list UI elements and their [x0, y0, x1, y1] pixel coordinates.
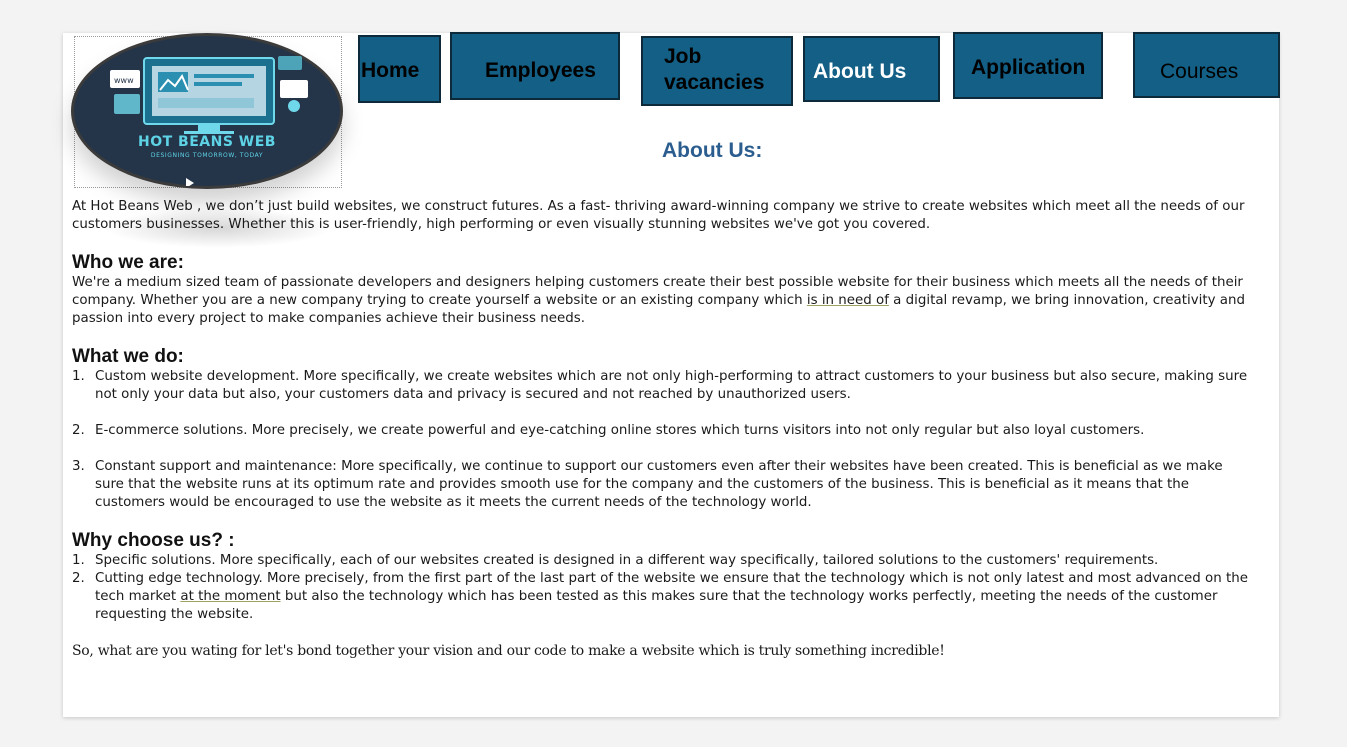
- logo-tagline: DESIGNING TOMORROW, TODAY: [150, 152, 264, 159]
- nav-employees-label: Employees: [485, 59, 596, 82]
- list-number: 2.: [72, 571, 85, 586]
- about-content: At Hot Beans Web , we don’t just build w…: [72, 198, 1250, 660]
- list-number: 2.: [72, 423, 85, 438]
- nav-application-label: Application: [971, 56, 1086, 79]
- nav-courses-button[interactable]: Courses: [1133, 32, 1280, 98]
- list-number: 1.: [72, 369, 85, 384]
- list-text: Constant support and maintenance: More s…: [95, 459, 1223, 510]
- svg-text:www: www: [114, 76, 134, 85]
- list-number: 3.: [72, 459, 85, 474]
- logo-title: HOT BEANS WEB: [138, 134, 276, 150]
- list-text-underlined: at the moment: [180, 589, 281, 604]
- nav-home-button[interactable]: Home: [358, 35, 441, 103]
- list-item: 1. Custom website development. More speci…: [72, 368, 1250, 404]
- nav-about-us-button[interactable]: About Us: [803, 36, 940, 102]
- list-item: 2. E-commerce solutions. More precisely, …: [72, 422, 1250, 440]
- nav-home-label: Home: [361, 59, 420, 82]
- nav-application-button[interactable]: Application: [953, 32, 1103, 99]
- intro-paragraph: At Hot Beans Web , we don’t just build w…: [72, 199, 1245, 232]
- monitor-icon: www: [110, 56, 308, 186]
- what-we-do-list: 1. Custom website development. More speci…: [72, 368, 1250, 512]
- who-text-underlined: is in need of: [806, 293, 889, 308]
- nav-about-us-label: About Us: [813, 60, 907, 83]
- who-we-are-paragraph: We're a medium sized team of passionate …: [72, 274, 1250, 328]
- list-text: Specific solutions. More specifically, e…: [95, 553, 1159, 568]
- what-we-do-heading: What we do:: [72, 346, 184, 367]
- list-number: 1.: [72, 553, 85, 568]
- list-text: E-commerce solutions. More precisely, we…: [95, 423, 1145, 438]
- nav-job-vacancies-button[interactable]: Job vacancies: [641, 36, 793, 106]
- nav-job-vacancies-label: Job vacancies: [664, 45, 765, 95]
- nav-employees-button[interactable]: Employees: [450, 32, 620, 100]
- page-container: www HOT BEANS WEB DESIGNING TOMORROW, TO…: [63, 32, 1280, 717]
- closing-statement: So, what are you wating for let's bond t…: [72, 643, 945, 659]
- company-logo[interactable]: www HOT BEANS WEB DESIGNING TOMORROW, TO…: [71, 33, 343, 189]
- nav-courses-label: Courses: [1160, 60, 1239, 83]
- list-item: 2. Cutting edge technology. More precisel…: [72, 570, 1250, 624]
- who-we-are-heading: Who we are:: [72, 252, 184, 273]
- why-choose-us-heading: Why choose us? :: [72, 530, 235, 551]
- why-choose-us-list: 1. Specific solutions. More specifically,…: [72, 552, 1250, 624]
- page-title: About Us:: [662, 139, 763, 162]
- list-item: 1. Specific solutions. More specifically,…: [72, 552, 1250, 570]
- list-text: Custom website development. More specifi…: [95, 369, 1248, 402]
- list-item: 3. Constant support and maintenance: More…: [72, 458, 1250, 512]
